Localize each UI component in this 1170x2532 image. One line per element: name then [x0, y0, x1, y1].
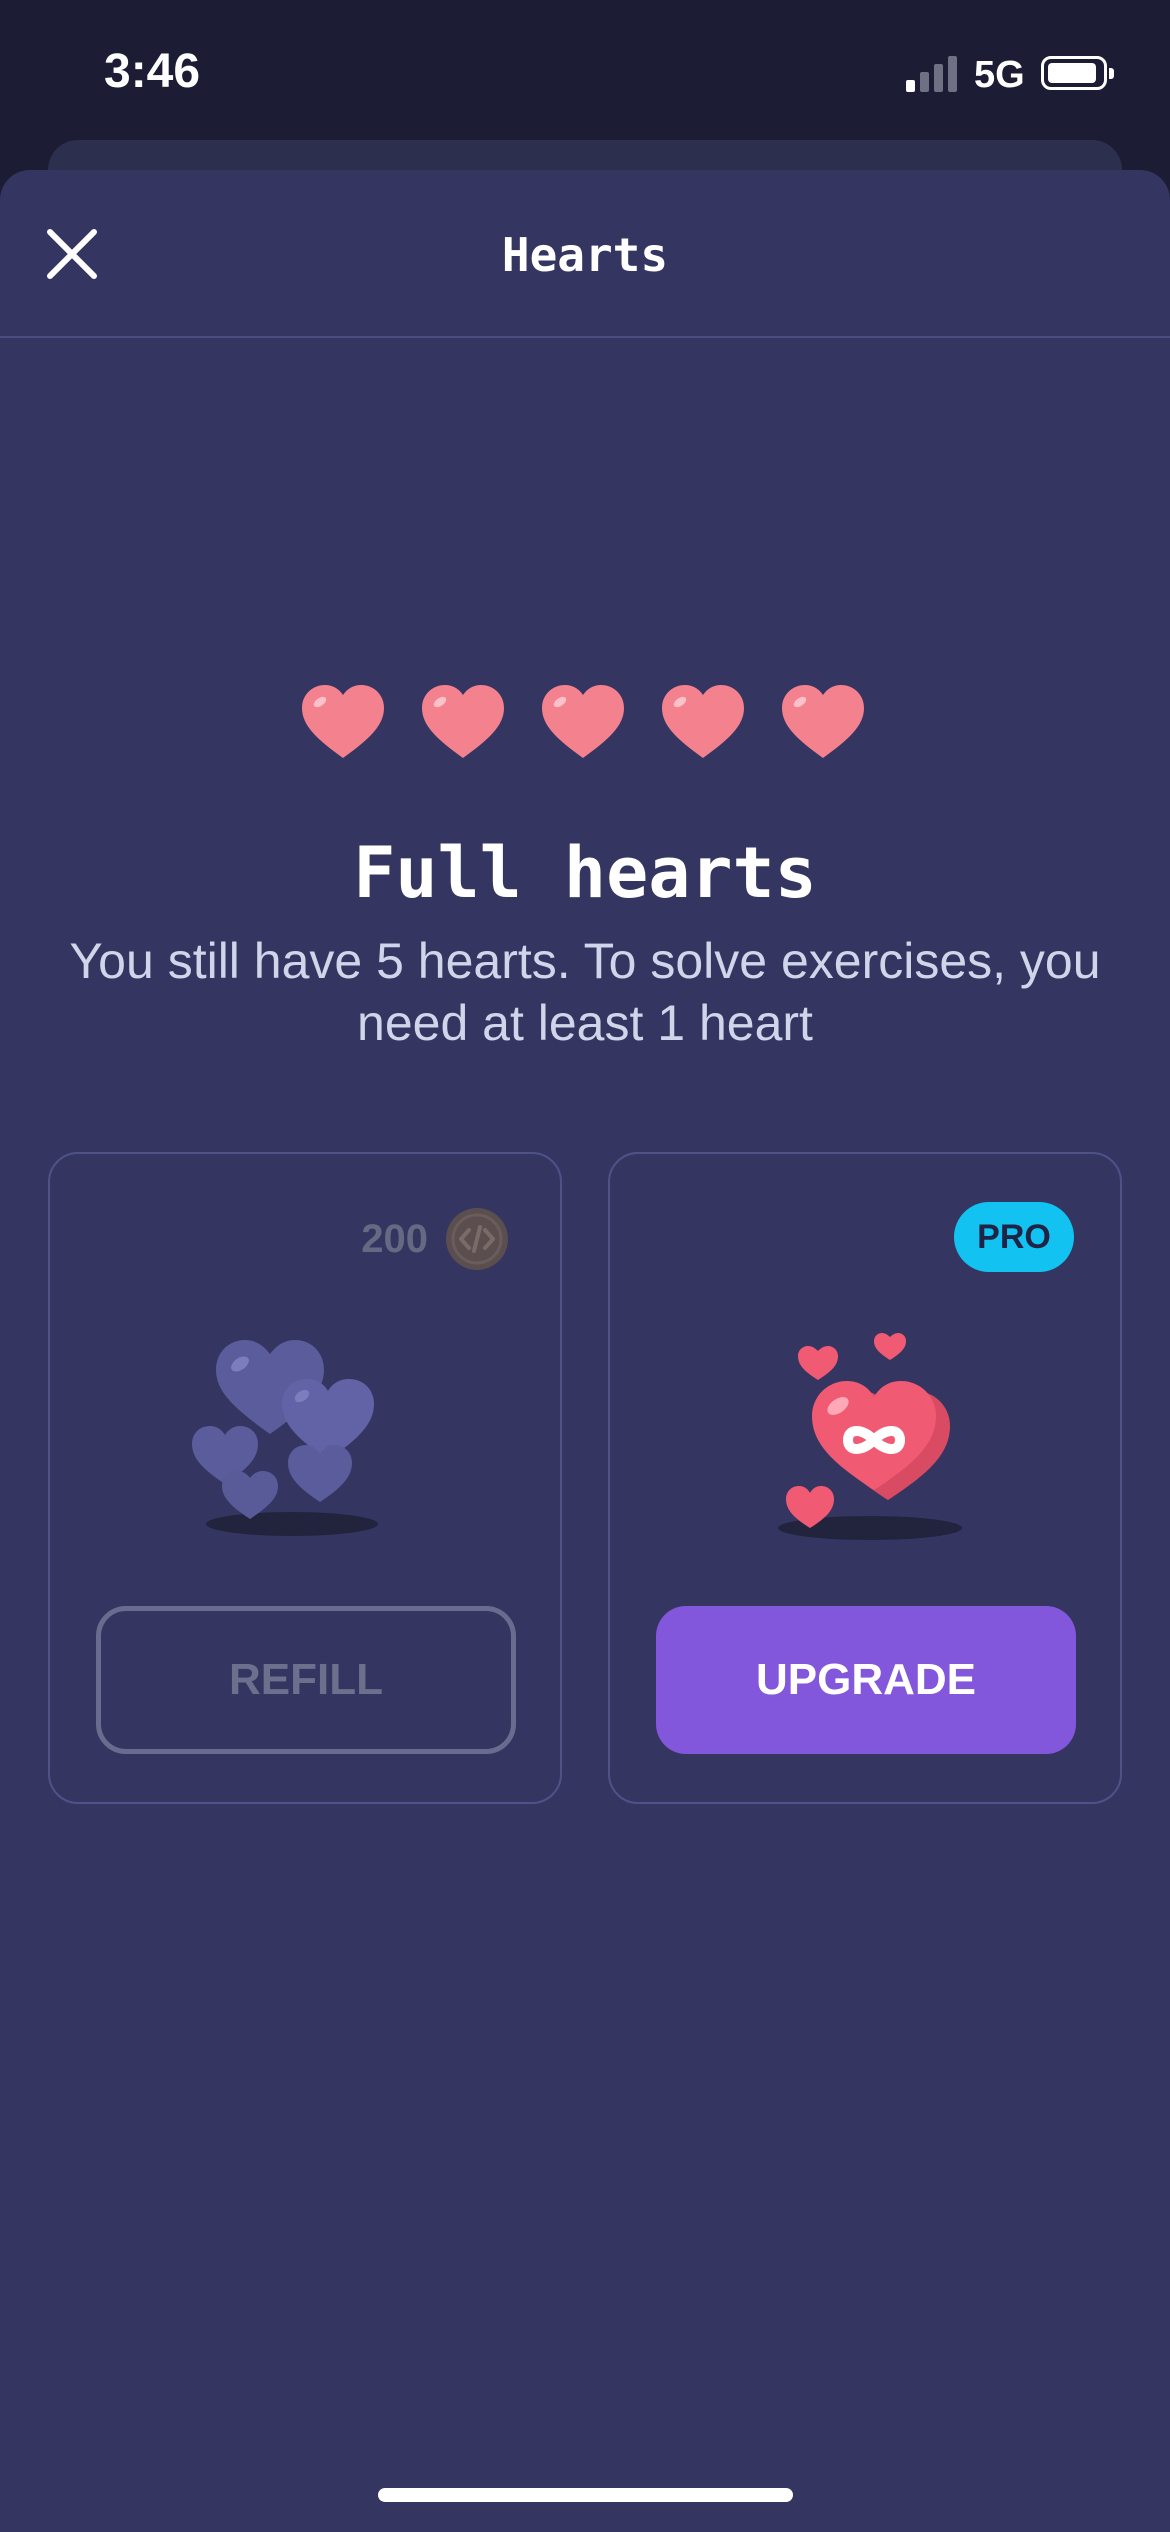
- heart-icon: [302, 685, 384, 758]
- hearts-row: [298, 682, 878, 762]
- sheet-header: Hearts: [0, 170, 1170, 338]
- battery-icon: [1041, 56, 1114, 90]
- status-bar: 3:46 5G: [0, 0, 1170, 150]
- hearts-status-subtitle: You still have 5 hearts. To solve exerci…: [69, 933, 1101, 1051]
- code-coin-icon: [446, 1208, 508, 1270]
- refill-card: 200 REFILL: [48, 1152, 562, 1804]
- upgrade-button[interactable]: UPGRADE: [656, 1606, 1076, 1754]
- hearts-pile-illustration: [192, 1340, 378, 1536]
- heart-icon: [422, 685, 504, 758]
- refill-price: 200: [361, 1204, 510, 1274]
- heart-icon: [542, 685, 624, 758]
- signal-icon: [906, 56, 958, 92]
- network-label: 5G: [974, 54, 1025, 96]
- home-indicator[interactable]: [378, 2488, 793, 2502]
- pro-badge: PRO: [954, 1202, 1074, 1272]
- heart-icon: [662, 685, 744, 758]
- upgrade-card: PRO UPGRADE: [608, 1152, 1122, 1804]
- sheet-title: Hearts: [501, 228, 669, 282]
- refill-button[interactable]: REFILL: [96, 1606, 516, 1754]
- status-time: 3:46: [104, 45, 201, 98]
- price-value: 200: [361, 1216, 428, 1261]
- infinite-heart-illustration: [778, 1333, 962, 1540]
- hearts-status-title: Full hearts: [353, 832, 817, 914]
- heart-icon: [782, 685, 864, 758]
